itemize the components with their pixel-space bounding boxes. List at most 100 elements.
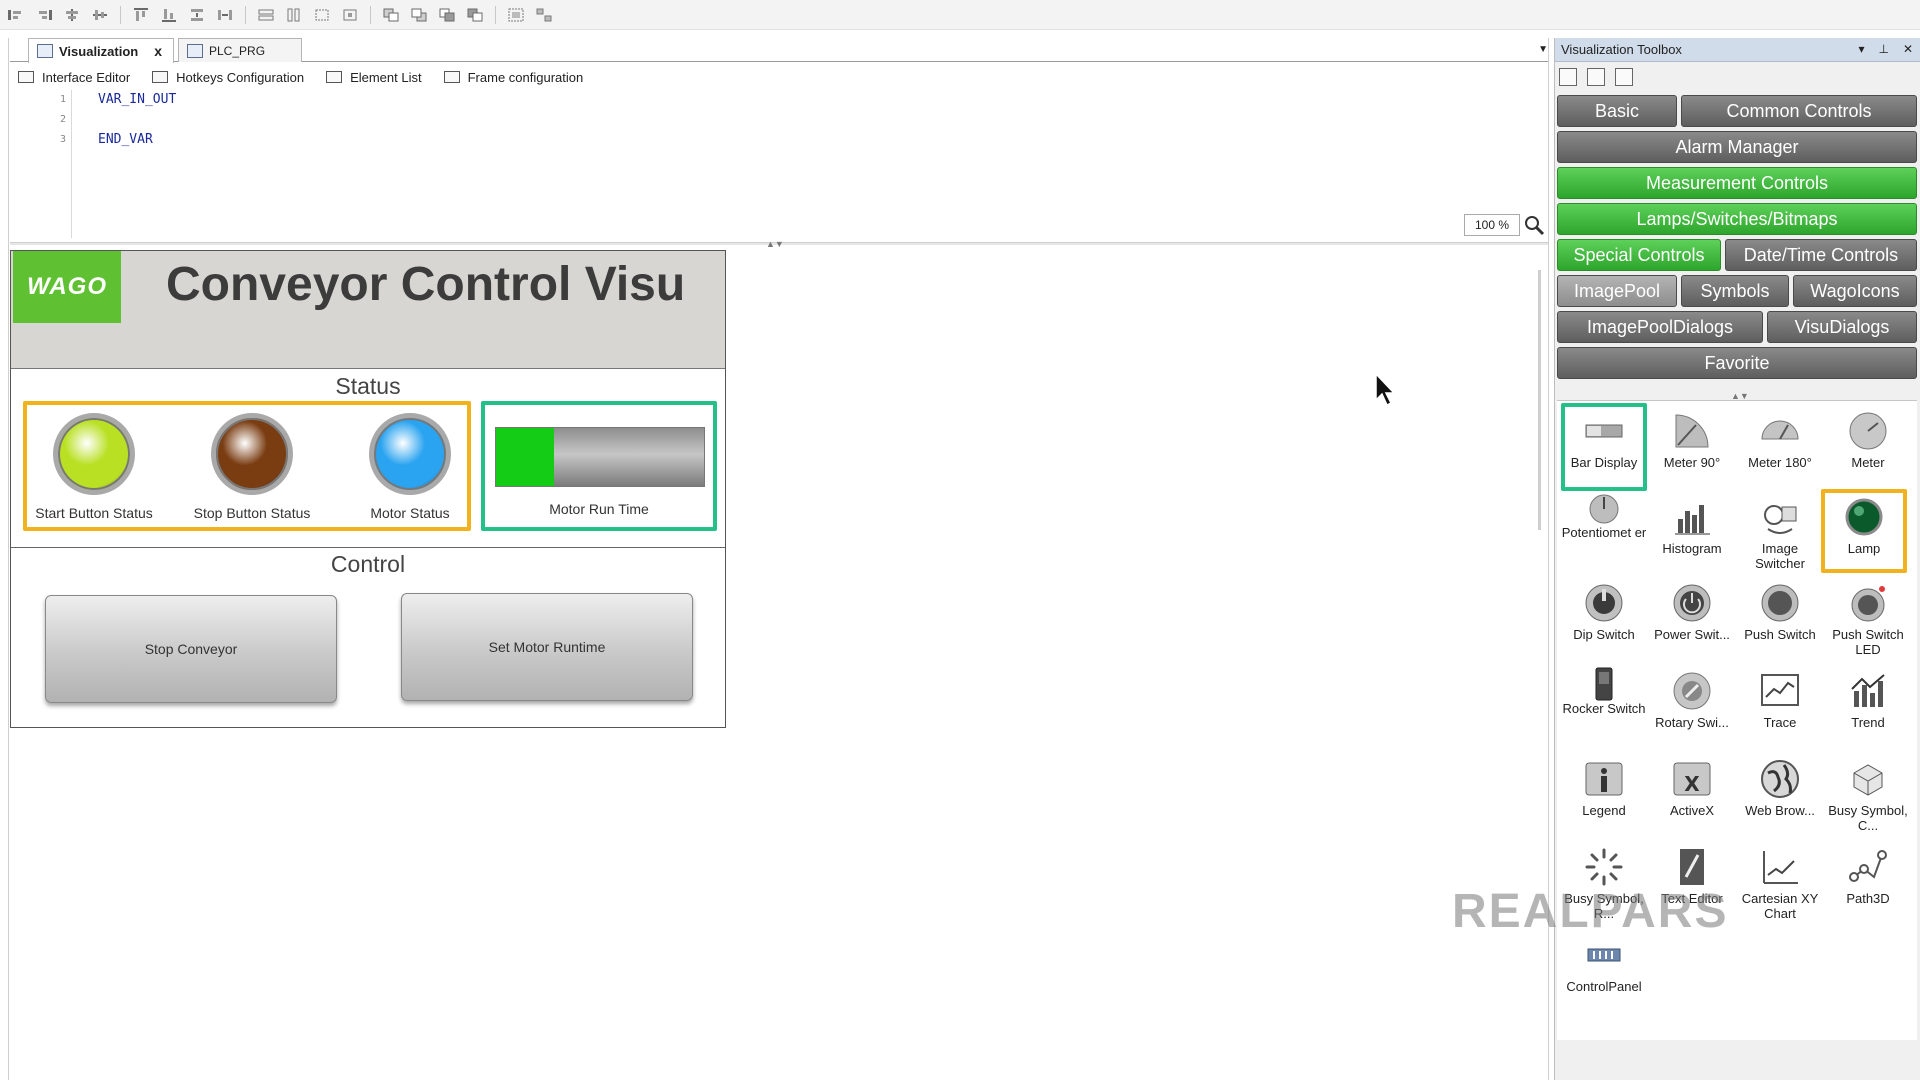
element-label: Dip Switch (1573, 627, 1635, 642)
element-potentiometer[interactable]: Potentiomet er (1561, 493, 1647, 540)
element-path3d[interactable]: Path3D (1825, 843, 1911, 906)
element-label: Histogram (1662, 541, 1722, 556)
code-line[interactable]: VAR_IN_OUT (98, 92, 176, 107)
set-motor-runtime-button[interactable]: Set Motor Runtime (401, 593, 693, 701)
subtab-element-list[interactable]: Element List (326, 70, 422, 85)
close-icon[interactable]: ✕ (1903, 42, 1913, 56)
zoom-magnifier-icon[interactable] (1522, 214, 1546, 236)
zoom-level-field[interactable]: 100 % (1464, 214, 1520, 236)
element-control-panel[interactable]: ControlPanel (1561, 931, 1647, 994)
align-right-icon[interactable] (32, 4, 56, 26)
element-lamp[interactable]: Lamp (1821, 489, 1907, 573)
category-wagoicons[interactable]: WagoIcons (1793, 275, 1917, 307)
element-meter[interactable]: Meter (1825, 407, 1911, 470)
category-imagepool[interactable]: ImagePool (1557, 275, 1677, 307)
stop-button-status-lamp[interactable]: Stop Button Status (177, 413, 327, 521)
send-backward-icon[interactable] (463, 4, 487, 26)
element-web-browser[interactable]: Web Brow... (1737, 755, 1823, 818)
subtab-frame-configuration[interactable]: Frame configuration (443, 70, 583, 85)
send-to-back-icon[interactable] (407, 4, 431, 26)
stop-conveyor-button[interactable]: Stop Conveyor (45, 595, 337, 703)
element-histogram[interactable]: Histogram (1649, 493, 1735, 556)
category-measurement-controls[interactable]: Measurement Controls (1557, 167, 1917, 199)
align-middle-icon[interactable] (88, 4, 112, 26)
element-dip-switch[interactable]: Dip Switch (1561, 579, 1647, 642)
same-size-icon[interactable] (310, 4, 334, 26)
ungroup-icon[interactable] (532, 4, 556, 26)
tab-dropdown-icon[interactable]: ▼ (1538, 44, 1548, 55)
same-width-icon[interactable] (254, 4, 278, 26)
toolbox-toolbar (1559, 66, 1633, 88)
align-center-icon[interactable] (60, 4, 84, 26)
pin-icon[interactable]: ⊥ (1878, 42, 1888, 56)
search-elements-icon[interactable] (1615, 68, 1633, 86)
category-lamps-switches-bitmaps[interactable]: Lamps/Switches/Bitmaps (1557, 203, 1917, 235)
bring-forward-icon[interactable] (435, 4, 459, 26)
start-button-status-lamp[interactable]: Start Button Status (19, 413, 169, 521)
align-left-icon[interactable] (4, 4, 28, 26)
element-busy-symbol-c[interactable]: Busy Symbol, C... (1825, 755, 1911, 833)
element-rotary-switch[interactable]: Rotary Swi... (1649, 667, 1735, 730)
editor-vertical-scrollbar[interactable] (1538, 270, 1541, 530)
control-heading[interactable]: Control (11, 551, 725, 578)
category-special-controls[interactable]: Special Controls (1557, 239, 1721, 271)
distribute-horizontal-icon[interactable] (213, 4, 237, 26)
category-basic[interactable]: Basic (1557, 95, 1677, 127)
line-number: 1 (60, 94, 67, 105)
category-common-controls[interactable]: Common Controls (1681, 95, 1917, 127)
dropdown-icon[interactable]: ▾ (1858, 42, 1864, 56)
same-height-icon[interactable] (282, 4, 306, 26)
tab-plc-prg[interactable]: PLC_PRG (178, 38, 302, 62)
subtab-interface-editor[interactable]: Interface Editor (18, 70, 130, 85)
element-meter-180[interactable]: Meter 180° (1737, 407, 1823, 470)
category-alarm-manager[interactable]: Alarm Manager (1557, 131, 1917, 163)
motor-run-time-group[interactable]: Motor Run Time (481, 401, 717, 531)
align-bottom-icon[interactable] (157, 4, 181, 26)
toolbox-title-bar: Visualization Toolbox ▾ ⊥ ✕ (1555, 38, 1920, 62)
category-visudialogs[interactable]: VisuDialogs (1767, 311, 1917, 343)
center-in-frame-icon[interactable] (338, 4, 362, 26)
category-symbols[interactable]: Symbols (1681, 275, 1789, 307)
motor-run-time-bar[interactable] (495, 427, 705, 487)
bring-to-front-icon[interactable] (379, 4, 403, 26)
motor-status-lamp[interactable]: Motor Status (335, 413, 485, 521)
status-lamps-group[interactable]: Start Button Status Stop Button Status M… (23, 401, 471, 531)
element-meter-90[interactable]: Meter 90° (1649, 407, 1735, 470)
code-line[interactable]: END_VAR (98, 132, 153, 147)
element-push-switch-led[interactable]: Push Switch LED (1825, 579, 1911, 657)
category-imagepooldialogs[interactable]: ImagePoolDialogs (1557, 311, 1763, 343)
lamp-brown-icon (211, 413, 293, 495)
group-icon[interactable] (504, 4, 528, 26)
element-push-switch[interactable]: Push Switch (1737, 579, 1823, 642)
element-power-switch[interactable]: Power Swit... (1649, 579, 1735, 642)
bar-caption: Motor Run Time (549, 501, 649, 517)
list-view-icon[interactable] (1559, 68, 1577, 86)
details-view-icon[interactable] (1587, 68, 1605, 86)
subtab-hotkeys-configuration[interactable]: Hotkeys Configuration (152, 70, 304, 85)
align-top-icon[interactable] (129, 4, 153, 26)
element-trace[interactable]: Trace (1737, 667, 1823, 730)
element-trend[interactable]: Trend (1825, 667, 1911, 730)
element-cartesian-xy-chart[interactable]: Cartesian XY Chart (1737, 843, 1823, 921)
path3d-icon (1848, 847, 1888, 887)
close-tab-icon[interactable]: x (154, 43, 162, 59)
category-date-time-controls[interactable]: Date/Time Controls (1725, 239, 1917, 271)
element-list-icon (326, 71, 343, 83)
element-bar-display[interactable]: Bar Display (1561, 403, 1647, 491)
status-heading[interactable]: Status (11, 373, 725, 400)
element-activex[interactable]: X ActiveX (1649, 755, 1735, 818)
category-favorite[interactable]: Favorite (1557, 347, 1917, 379)
distribute-vertical-icon[interactable] (185, 4, 209, 26)
visu-title[interactable]: Conveyor Control Visu (166, 257, 685, 312)
element-label: Web Brow... (1745, 803, 1815, 818)
line-number: 3 (60, 134, 67, 145)
section-divider (11, 547, 725, 548)
declaration-editor[interactable]: 1 2 3 VAR_IN_OUT END_VAR (10, 90, 1548, 238)
element-rocker-switch[interactable]: Rocker Switch (1561, 667, 1647, 716)
tab-visualization[interactable]: Visualization x (28, 38, 174, 63)
legend-icon (1584, 759, 1624, 799)
visualization-canvas[interactable]: WAGO Conveyor Control Visu Status Start … (10, 250, 726, 728)
element-image-switcher[interactable]: Image Switcher (1737, 493, 1823, 571)
element-legend[interactable]: Legend (1561, 755, 1647, 818)
splitter-arrows-icon[interactable]: ▲▼ (766, 239, 784, 249)
